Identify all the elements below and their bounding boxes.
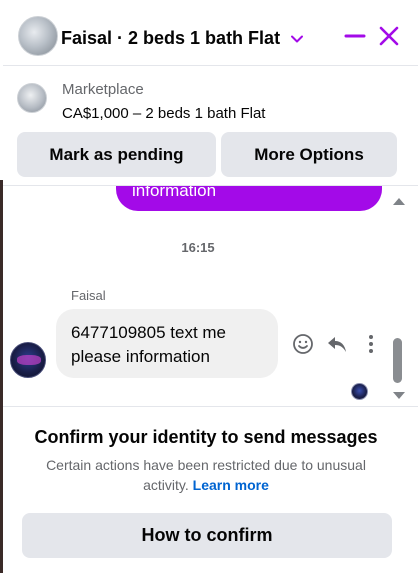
listing-thumbnail[interactable] xyxy=(17,83,47,113)
chevron-down-icon xyxy=(290,32,304,46)
mark-as-pending-button[interactable]: Mark as pending xyxy=(17,132,216,177)
sender-name: Faisal xyxy=(71,288,106,303)
scroll-up-arrow[interactable] xyxy=(393,198,405,205)
close-button[interactable] xyxy=(373,22,405,54)
chat-header: Faisal · 2 beds 1 bath Flat xyxy=(3,0,418,66)
message-more-button[interactable] xyxy=(358,333,384,359)
seen-receipt-avatar xyxy=(351,383,368,400)
sent-message-text: information xyxy=(132,186,217,200)
minimize-icon xyxy=(344,25,366,52)
close-icon xyxy=(378,25,400,52)
minimize-button[interactable] xyxy=(339,22,371,54)
conversation-title: Faisal · 2 beds 1 bath Flat xyxy=(61,28,281,48)
received-message-bubble: 6477109805 text me please information xyxy=(56,309,278,378)
restriction-title: Confirm your identity to send messages xyxy=(34,427,378,447)
identity-restriction-panel: Confirm your identity to send messages C… xyxy=(3,406,418,573)
scroll-down-arrow[interactable] xyxy=(393,392,405,399)
scroll-thumb[interactable] xyxy=(393,338,402,383)
message-timestamp: 16:15 xyxy=(181,240,215,255)
emoji-icon xyxy=(292,333,314,360)
message-actions xyxy=(290,333,384,359)
conversation-title-button[interactable]: Faisal · 2 beds 1 bath Flat xyxy=(61,28,304,49)
more-icon xyxy=(360,333,382,360)
reply-button[interactable] xyxy=(324,333,350,359)
thread-scrollbar[interactable] xyxy=(389,194,405,406)
more-options-button[interactable]: More Options xyxy=(221,132,397,177)
restriction-description: Certain actions have been restricted due… xyxy=(31,455,381,495)
learn-more-link[interactable]: Learn more xyxy=(193,477,269,493)
sender-avatar[interactable] xyxy=(10,342,46,378)
marketplace-listing-card: Marketplace CA$1,000 – 2 beds 1 bath Fla… xyxy=(3,66,418,186)
reply-icon xyxy=(326,333,348,360)
message-thread[interactable]: information 16:15 Faisal 6477109805 text… xyxy=(3,186,418,406)
listing-title[interactable]: CA$1,000 – 2 beds 1 bath Flat xyxy=(62,105,265,122)
conversation-avatar[interactable] xyxy=(18,16,58,56)
listing-source: Marketplace xyxy=(62,81,144,98)
sent-message-bubble: information xyxy=(116,186,382,211)
how-to-confirm-button[interactable]: How to confirm xyxy=(22,513,392,558)
react-button[interactable] xyxy=(290,333,316,359)
